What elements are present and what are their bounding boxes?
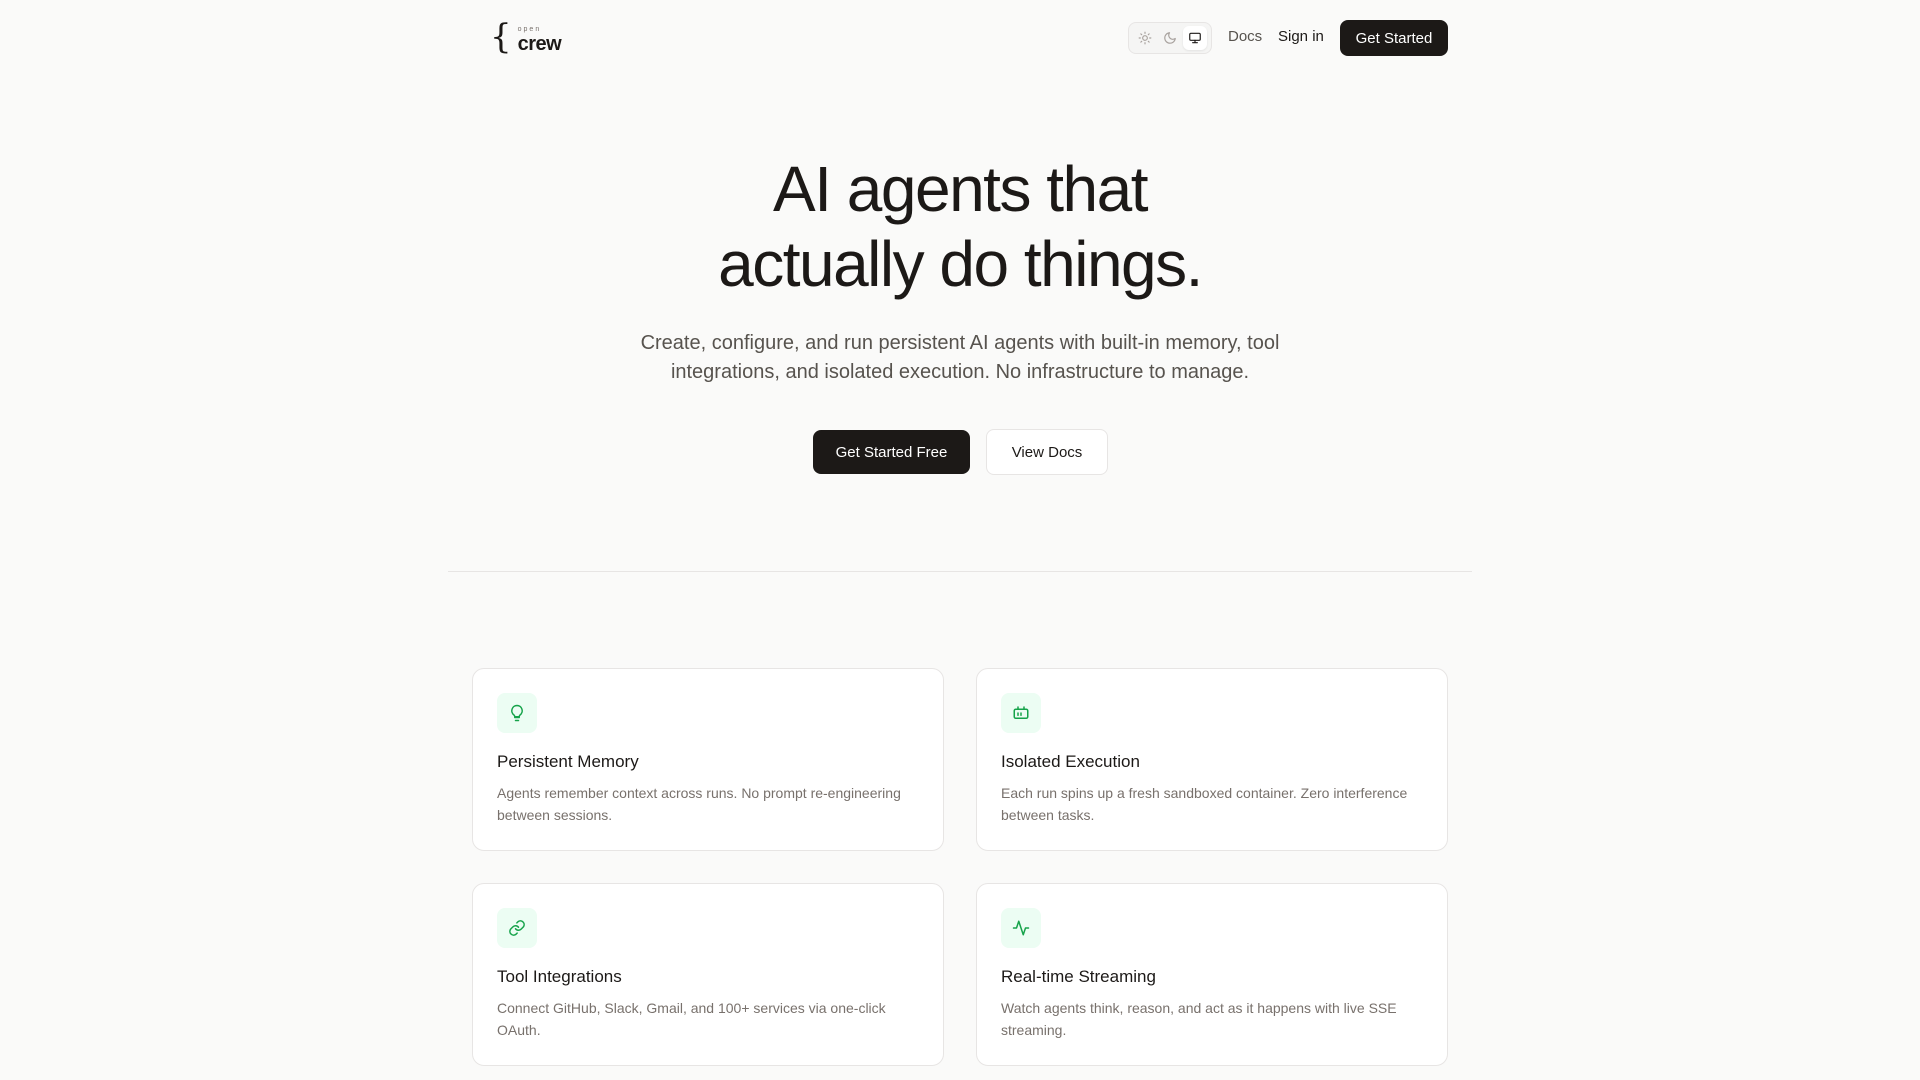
view-docs-button[interactable]: View Docs: [986, 429, 1108, 475]
site-header: { open crew Docs Sign in Get Started: [0, 0, 1920, 76]
feature-description: Agents remember context across runs. No …: [497, 785, 901, 823]
get-started-free-button[interactable]: Get Started Free: [813, 430, 970, 474]
feature-title: Real-time Streaming: [1001, 967, 1156, 986]
feature-description: Each run spins up a fresh sandboxed cont…: [1001, 785, 1408, 823]
nav-docs-link[interactable]: Docs: [1228, 28, 1262, 45]
feature-title: Tool Integrations: [497, 967, 622, 986]
feature-description: Connect GitHub, Slack, Gmail, and 100+ s…: [497, 1000, 886, 1038]
container-icon: [1013, 706, 1029, 719]
sun-icon: [1138, 31, 1152, 45]
landing-page: { open crew Docs Sign in Get Started AI …: [0, 0, 1920, 1080]
feature-icon-wrapper: [1001, 693, 1041, 733]
feature-icon-wrapper: [497, 908, 537, 948]
feature-card-realtime-streaming: Real-time Streaming Watch agents think, …: [976, 883, 1448, 1066]
feature-card-isolated-execution: Isolated Execution Each run spins up a f…: [976, 668, 1448, 851]
hero-title-line-2: actually do things.: [718, 228, 1203, 300]
feature-card-persistent-memory: Persistent Memory Agents remember contex…: [472, 668, 944, 851]
theme-switcher: [1128, 22, 1212, 54]
logo-big-text: crew: [517, 33, 562, 55]
dark-theme-button[interactable]: [1158, 26, 1182, 50]
section-divider: [448, 571, 1472, 572]
nav-signin-link[interactable]: Sign in: [1278, 28, 1324, 45]
feature-title: Isolated Execution: [1001, 752, 1140, 771]
logo-link[interactable]: { open crew: [490, 17, 562, 57]
logo-small-text: open: [517, 26, 542, 33]
system-theme-button[interactable]: [1182, 26, 1207, 50]
lightbulb-icon: [511, 704, 523, 722]
feature-icon-wrapper: [1001, 908, 1041, 948]
hero-title: AI agents that actually do things.: [560, 152, 1360, 302]
get-started-button[interactable]: Get Started: [1340, 20, 1448, 56]
hero-title-line-1: AI agents that: [773, 153, 1148, 225]
feature-description: Watch agents think, reason, and act as i…: [1001, 1000, 1397, 1038]
moon-icon: [1164, 32, 1176, 44]
feature-card-tool-integrations: Tool Integrations Connect GitHub, Slack,…: [472, 883, 944, 1066]
light-theme-button[interactable]: [1133, 26, 1157, 50]
link-icon: [509, 920, 525, 936]
feature-icon-wrapper: [497, 693, 537, 733]
monitor-icon: [1188, 32, 1201, 44]
logo-text: open crew: [518, 26, 562, 54]
activity-icon: [1012, 920, 1030, 936]
logo-brace-icon: {: [490, 17, 512, 57]
hero-subtitle: Create, configure, and run persistent AI…: [640, 332, 1280, 383]
feature-title: Persistent Memory: [497, 752, 639, 771]
